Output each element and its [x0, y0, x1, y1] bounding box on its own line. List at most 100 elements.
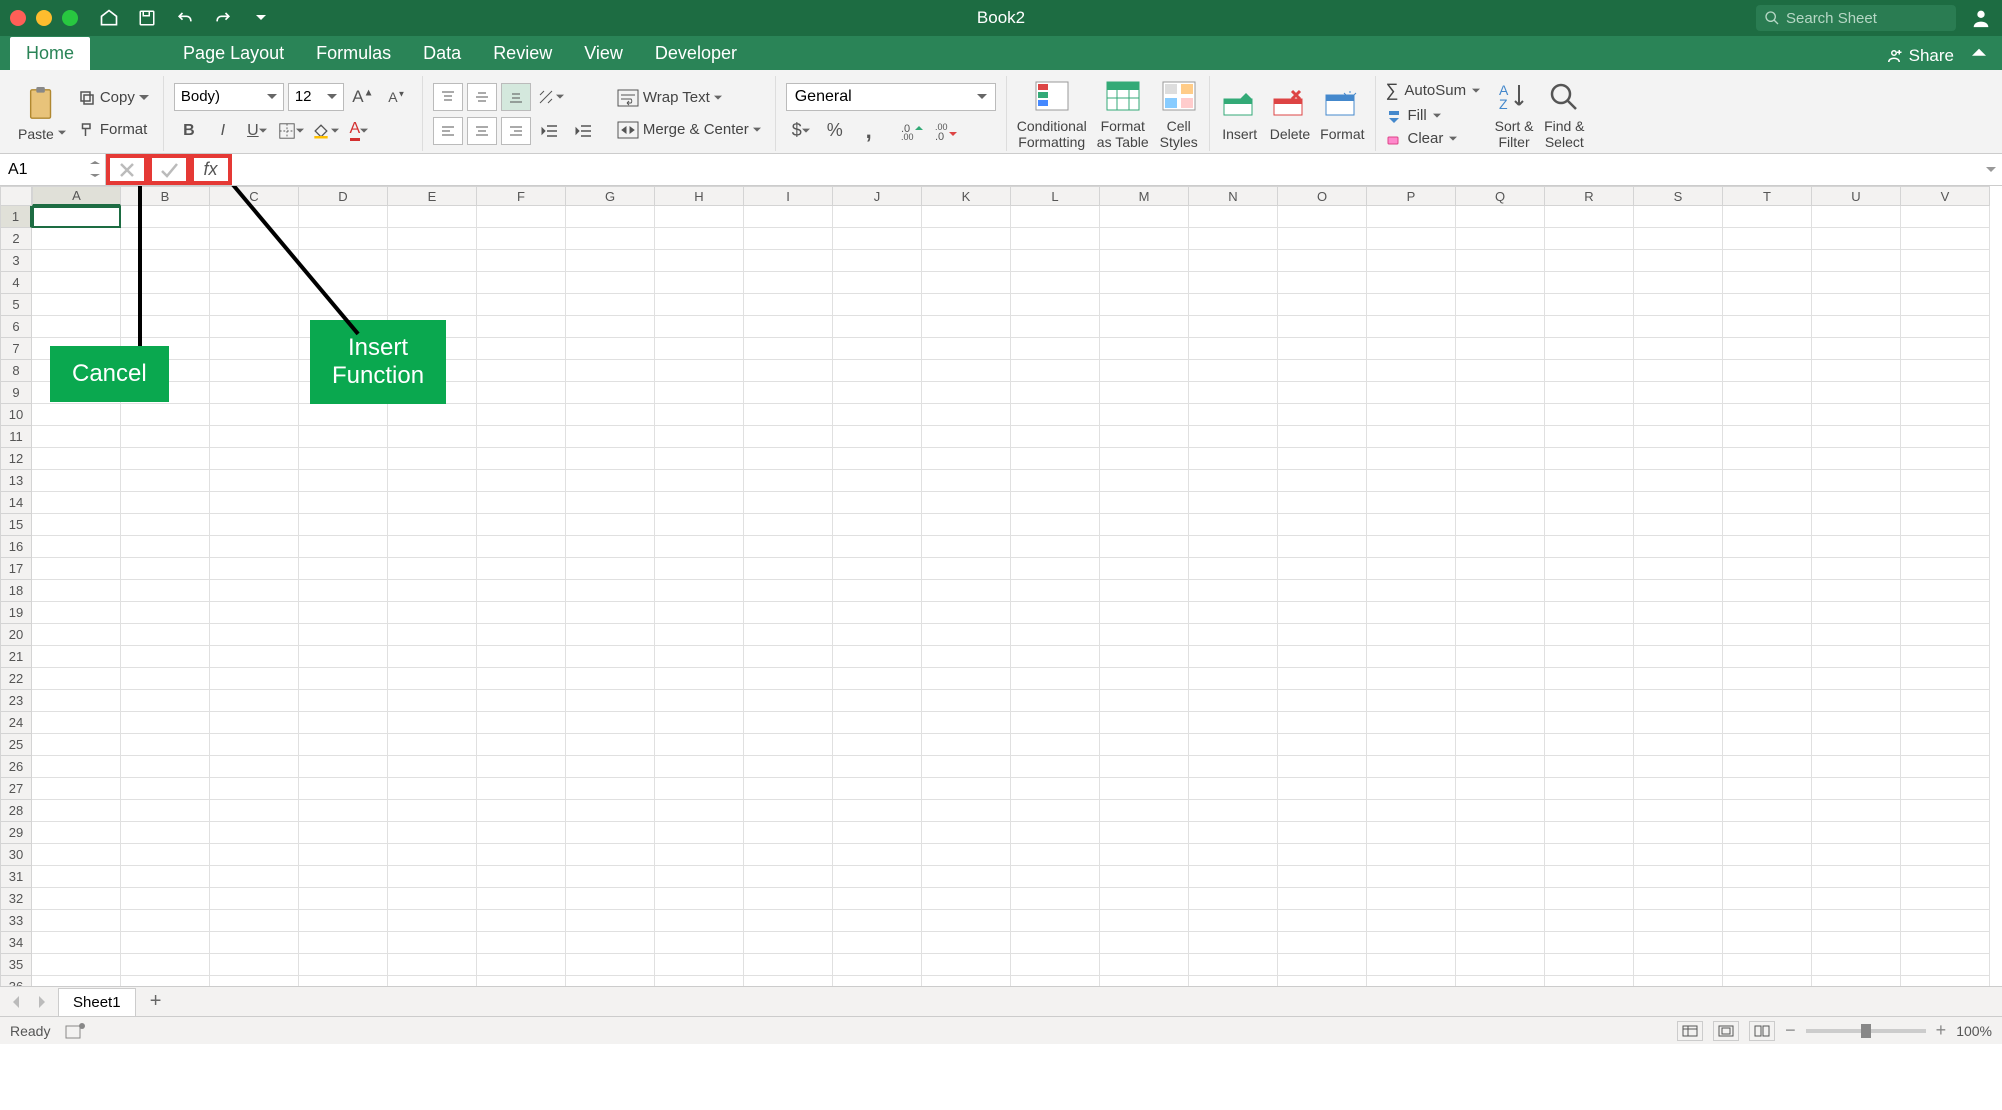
- cell[interactable]: [833, 602, 922, 624]
- cell[interactable]: [477, 844, 566, 866]
- cell[interactable]: [1011, 228, 1100, 250]
- cell[interactable]: [477, 888, 566, 910]
- cell[interactable]: [1367, 756, 1456, 778]
- cell[interactable]: [833, 272, 922, 294]
- cell[interactable]: [833, 712, 922, 734]
- cell[interactable]: [299, 404, 388, 426]
- cell[interactable]: [477, 932, 566, 954]
- row-header-6[interactable]: 6: [0, 316, 32, 338]
- cell[interactable]: [388, 712, 477, 734]
- cell[interactable]: [299, 844, 388, 866]
- cell[interactable]: [566, 360, 655, 382]
- cell[interactable]: [566, 910, 655, 932]
- column-header-V[interactable]: V: [1901, 186, 1990, 206]
- number-format-select[interactable]: General: [786, 83, 996, 111]
- cell[interactable]: [1545, 668, 1634, 690]
- cell[interactable]: [1278, 360, 1367, 382]
- cell[interactable]: [744, 932, 833, 954]
- cell[interactable]: [566, 338, 655, 360]
- cell[interactable]: [744, 294, 833, 316]
- cell[interactable]: [1812, 206, 1901, 228]
- cell[interactable]: [32, 778, 121, 800]
- cell[interactable]: [32, 602, 121, 624]
- cell[interactable]: [833, 492, 922, 514]
- cell[interactable]: [1812, 932, 1901, 954]
- cell[interactable]: [566, 536, 655, 558]
- cell[interactable]: [1634, 646, 1723, 668]
- cell[interactable]: [1278, 448, 1367, 470]
- cell[interactable]: [388, 470, 477, 492]
- cell[interactable]: [1723, 382, 1812, 404]
- cell[interactable]: [1011, 712, 1100, 734]
- cell[interactable]: [655, 272, 744, 294]
- cell[interactable]: [655, 624, 744, 646]
- cell[interactable]: [1456, 404, 1545, 426]
- cell[interactable]: [566, 404, 655, 426]
- decrease-decimal-button[interactable]: .00.0: [932, 117, 962, 145]
- cell[interactable]: [1901, 888, 1990, 910]
- cell[interactable]: [210, 954, 299, 976]
- cell[interactable]: [1723, 646, 1812, 668]
- cell[interactable]: [833, 844, 922, 866]
- column-header-C[interactable]: C: [210, 186, 299, 206]
- cell[interactable]: [299, 778, 388, 800]
- cell[interactable]: [1812, 382, 1901, 404]
- cell[interactable]: [922, 404, 1011, 426]
- cell[interactable]: [1901, 404, 1990, 426]
- cell[interactable]: [32, 844, 121, 866]
- cell[interactable]: [655, 910, 744, 932]
- cell[interactable]: [32, 954, 121, 976]
- cell[interactable]: [1901, 272, 1990, 294]
- cell[interactable]: [477, 580, 566, 602]
- cell[interactable]: [477, 778, 566, 800]
- cell[interactable]: [833, 316, 922, 338]
- align-middle-button[interactable]: [467, 83, 497, 111]
- bold-button[interactable]: B: [174, 117, 204, 145]
- column-header-A[interactable]: A: [32, 186, 121, 206]
- cell[interactable]: [32, 492, 121, 514]
- cell[interactable]: [1100, 712, 1189, 734]
- cell[interactable]: [744, 734, 833, 756]
- font-size-select[interactable]: 12: [288, 83, 344, 111]
- cell[interactable]: [1278, 536, 1367, 558]
- cell[interactable]: [1723, 514, 1812, 536]
- cell[interactable]: [1723, 272, 1812, 294]
- cell[interactable]: [655, 470, 744, 492]
- cancel-formula-button[interactable]: [106, 154, 148, 185]
- cell[interactable]: [1634, 888, 1723, 910]
- column-header-L[interactable]: L: [1011, 186, 1100, 206]
- cell[interactable]: [1011, 734, 1100, 756]
- cell[interactable]: [32, 228, 121, 250]
- cell[interactable]: [1545, 316, 1634, 338]
- cell[interactable]: [388, 426, 477, 448]
- column-header-S[interactable]: S: [1634, 186, 1723, 206]
- cell[interactable]: [1901, 910, 1990, 932]
- cell[interactable]: [655, 932, 744, 954]
- cell[interactable]: [1545, 294, 1634, 316]
- cell[interactable]: [1723, 976, 1812, 986]
- cell[interactable]: [477, 294, 566, 316]
- row-header-27[interactable]: 27: [0, 778, 32, 800]
- cell[interactable]: [210, 338, 299, 360]
- align-top-button[interactable]: [433, 83, 463, 111]
- fill-button[interactable]: Fill: [1386, 107, 1481, 124]
- cell[interactable]: [922, 888, 1011, 910]
- cell[interactable]: [1723, 800, 1812, 822]
- cell[interactable]: [1278, 734, 1367, 756]
- cell[interactable]: [121, 294, 210, 316]
- cell[interactable]: [655, 866, 744, 888]
- cell[interactable]: [1634, 932, 1723, 954]
- cell[interactable]: [388, 536, 477, 558]
- cell[interactable]: [1456, 932, 1545, 954]
- cell[interactable]: [1901, 822, 1990, 844]
- zoom-slider[interactable]: [1806, 1029, 1926, 1033]
- cell[interactable]: [121, 558, 210, 580]
- cell[interactable]: [299, 602, 388, 624]
- cell[interactable]: [1723, 602, 1812, 624]
- cell[interactable]: [1011, 888, 1100, 910]
- cell[interactable]: [1634, 844, 1723, 866]
- cell[interactable]: [1901, 690, 1990, 712]
- row-header-29[interactable]: 29: [0, 822, 32, 844]
- cell[interactable]: [1278, 338, 1367, 360]
- cell[interactable]: [1456, 866, 1545, 888]
